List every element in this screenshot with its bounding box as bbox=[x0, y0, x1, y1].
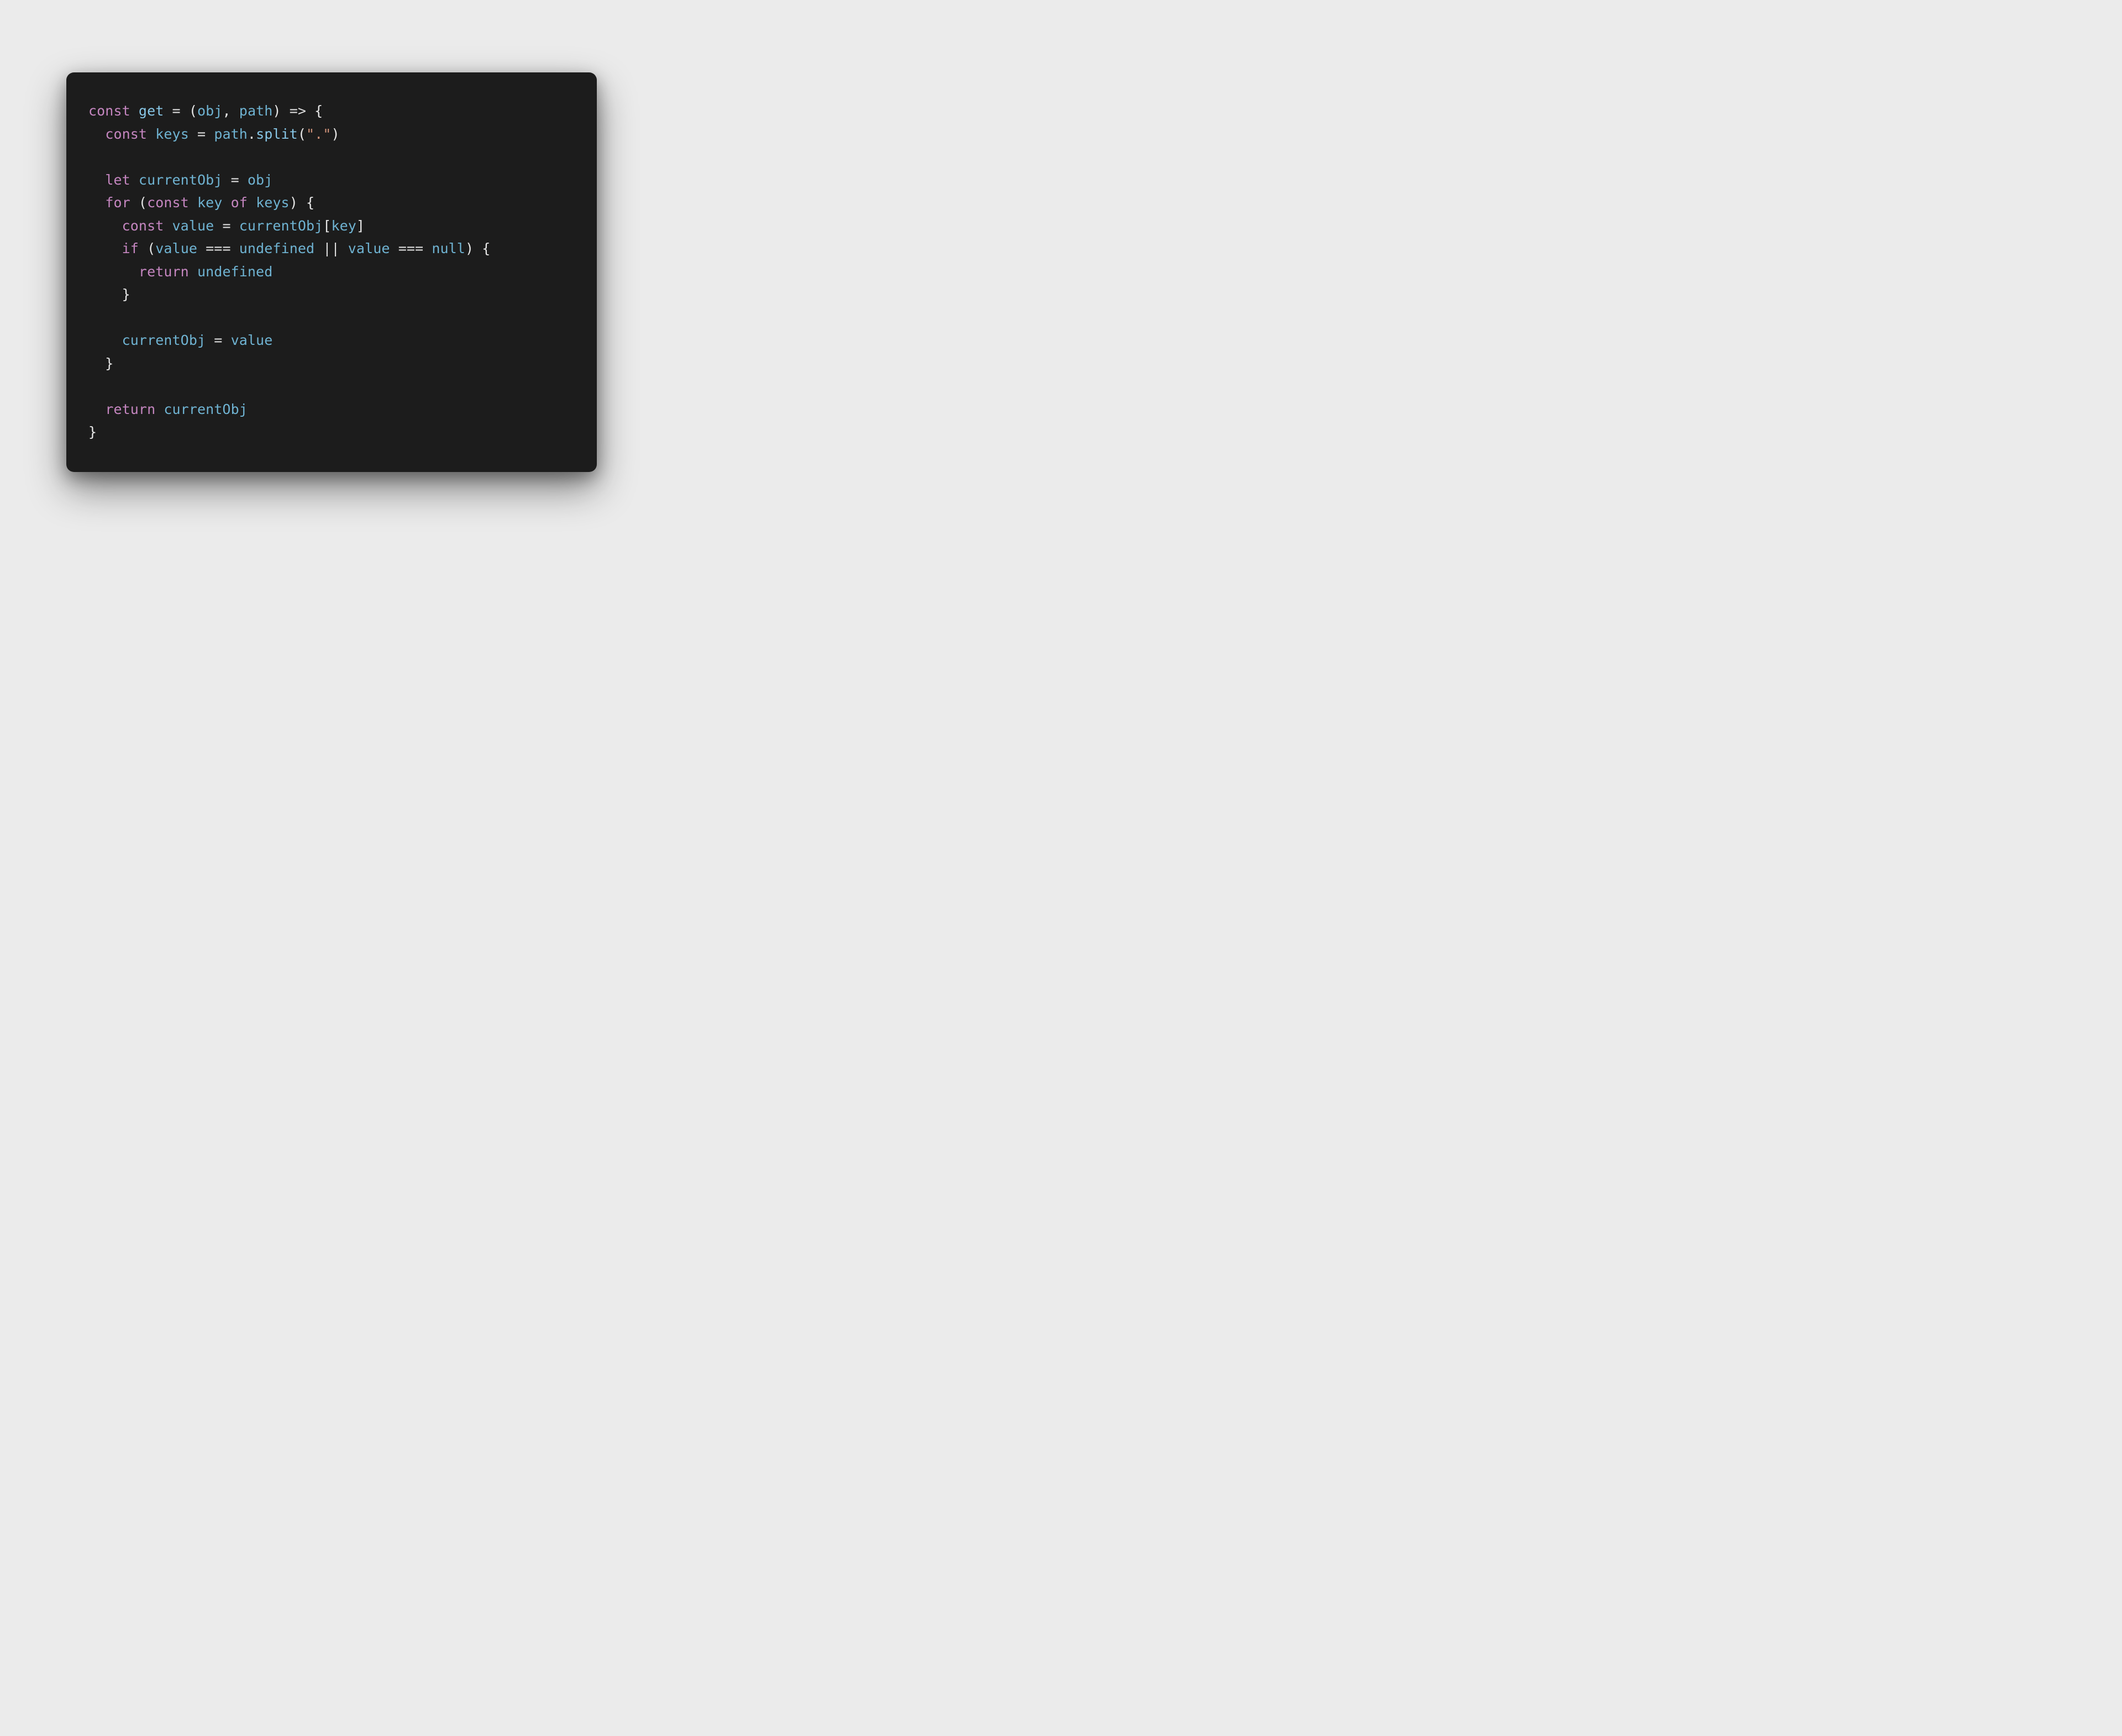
code-token: undefined bbox=[197, 264, 272, 280]
code-token bbox=[88, 149, 97, 165]
code-token bbox=[222, 332, 230, 348]
code-token: ( bbox=[181, 103, 197, 119]
code-token bbox=[314, 240, 323, 256]
code-token: ) { bbox=[465, 240, 490, 256]
code-token bbox=[88, 195, 105, 211]
code-token: path bbox=[239, 103, 273, 119]
code-token: obj bbox=[248, 172, 272, 188]
code-token: if bbox=[122, 240, 147, 256]
code-token bbox=[88, 240, 122, 256]
code-token: null bbox=[432, 240, 465, 256]
code-snippet-card: const get = (obj, path) => { const keys … bbox=[66, 72, 597, 472]
code-token: return bbox=[105, 401, 164, 417]
code-token bbox=[88, 310, 97, 326]
code-token bbox=[88, 401, 105, 417]
code-token: of bbox=[231, 195, 248, 211]
code-token: key bbox=[197, 195, 222, 211]
code-token: const bbox=[105, 126, 155, 142]
code-token bbox=[390, 240, 398, 256]
code-token: . bbox=[248, 126, 256, 142]
code-token bbox=[88, 126, 105, 142]
code-token bbox=[164, 103, 172, 119]
code-token: return bbox=[139, 264, 197, 280]
code-token: get bbox=[139, 103, 164, 119]
code-token: ( bbox=[298, 126, 306, 142]
code-token: ( bbox=[147, 240, 155, 256]
code-token: "." bbox=[306, 126, 331, 142]
code-token: currentObj bbox=[164, 401, 248, 417]
code-token bbox=[88, 332, 122, 348]
code-token: => bbox=[290, 103, 306, 119]
code-token bbox=[231, 240, 239, 256]
code-token: let bbox=[105, 172, 139, 188]
code-token: const bbox=[88, 103, 139, 119]
code-token: = bbox=[214, 332, 222, 348]
code-block: const get = (obj, path) => { const keys … bbox=[88, 100, 575, 444]
code-token bbox=[231, 218, 239, 234]
code-token: currentObj bbox=[122, 332, 206, 348]
code-token: ) bbox=[272, 103, 289, 119]
code-token bbox=[88, 218, 122, 234]
code-token: { bbox=[306, 103, 323, 119]
code-token bbox=[248, 195, 256, 211]
code-token: === bbox=[206, 240, 230, 256]
code-token bbox=[88, 172, 105, 188]
code-token: } bbox=[88, 355, 113, 371]
code-token bbox=[189, 126, 197, 142]
code-token: = bbox=[172, 103, 181, 119]
code-token: split bbox=[256, 126, 298, 142]
code-token: value bbox=[172, 218, 214, 234]
code-token bbox=[197, 240, 206, 256]
code-token: undefined bbox=[239, 240, 314, 256]
code-token bbox=[423, 240, 432, 256]
code-token: value bbox=[348, 240, 390, 256]
code-token bbox=[222, 172, 230, 188]
code-content: const get = (obj, path) => { const keys … bbox=[88, 103, 490, 440]
code-token: currentObj bbox=[139, 172, 223, 188]
code-token bbox=[206, 126, 214, 142]
code-token: path bbox=[214, 126, 248, 142]
code-token: ( bbox=[139, 195, 147, 211]
code-token: === bbox=[398, 240, 423, 256]
code-token bbox=[206, 332, 214, 348]
code-token bbox=[214, 218, 222, 234]
code-token bbox=[340, 240, 348, 256]
code-token: for bbox=[105, 195, 139, 211]
code-token: keys bbox=[256, 195, 290, 211]
code-token bbox=[222, 195, 230, 211]
code-token: = bbox=[231, 172, 239, 188]
code-token: value bbox=[231, 332, 273, 348]
code-token: } bbox=[88, 286, 130, 302]
code-token: currentObj bbox=[239, 218, 323, 234]
code-token: const bbox=[147, 195, 197, 211]
code-token: } bbox=[88, 424, 97, 440]
code-token: || bbox=[323, 240, 339, 256]
code-token: const bbox=[122, 218, 172, 234]
code-token bbox=[88, 264, 139, 280]
code-token: = bbox=[222, 218, 230, 234]
code-token: value bbox=[155, 240, 197, 256]
code-token: ] bbox=[356, 218, 365, 234]
code-token: [ bbox=[323, 218, 331, 234]
code-token bbox=[239, 172, 248, 188]
code-token: keys bbox=[155, 126, 189, 142]
code-token: , bbox=[222, 103, 239, 119]
code-token: ) bbox=[331, 126, 339, 142]
code-token: = bbox=[197, 126, 206, 142]
code-token: obj bbox=[197, 103, 222, 119]
code-token: key bbox=[331, 218, 356, 234]
code-token bbox=[88, 378, 97, 394]
code-token: ) { bbox=[290, 195, 314, 211]
